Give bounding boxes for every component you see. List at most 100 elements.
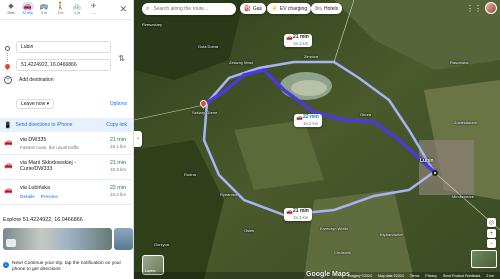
map-place-label: Rynarcice xyxy=(220,192,238,197)
google-maps-logo: Google Maps xyxy=(306,271,350,278)
terms-link[interactable]: Terms xyxy=(410,274,420,278)
callout-time: 22 min xyxy=(303,114,319,120)
callout-time: 21 min xyxy=(293,34,309,40)
search-along-route-input[interactable]: ⌕ Search along the route... xyxy=(142,3,236,15)
map-data-credit: Map data ©2024 xyxy=(377,273,404,278)
options-button[interactable]: Options xyxy=(110,101,127,107)
explore-thumbnails xyxy=(0,228,133,250)
preview-link[interactable]: Preview xyxy=(41,195,58,200)
hotels-chip[interactable]: 🛏 Hotels xyxy=(311,3,343,14)
car-icon: 🚗 xyxy=(4,139,13,146)
mode-transit[interactable]: 🚌 3 hr xyxy=(36,2,52,15)
route-dots-divider xyxy=(7,53,8,62)
callout-time: 21 min xyxy=(293,208,309,214)
callout-distance: 15.3 km xyxy=(293,214,309,220)
route-callout[interactable]: 🚗 21 min 15.3 km xyxy=(284,208,312,221)
add-destination-label: Add destination xyxy=(19,77,54,83)
best-route-icon: ◆ xyxy=(8,3,14,10)
mode-label: 1 hr xyxy=(73,11,81,15)
explore-heading: Explore 51.4224922, 16.0466866 xyxy=(3,217,83,223)
origin-input[interactable]: Lubin xyxy=(16,41,111,53)
map-place-label: Raszówka xyxy=(450,60,469,65)
add-destination-button[interactable]: + Add destination xyxy=(4,76,53,84)
ev-charging-chip[interactable]: ⚡ EV charging xyxy=(267,3,312,14)
mode-cycling[interactable]: 🚲 1 hr xyxy=(69,2,85,15)
route-time: 21 min xyxy=(109,137,126,143)
chip-label: EV charging xyxy=(279,5,308,12)
map-canvas[interactable]: › ⌕ Search along the route... ⛽ Gas ⚡ EV c… xyxy=(134,0,500,279)
route-time: 21 min xyxy=(109,160,126,166)
options-row: Leave now ▾ Options xyxy=(0,98,133,110)
search-placeholder: Search along the route... xyxy=(153,6,209,12)
info-icon: i xyxy=(3,262,9,268)
gas-chip[interactable]: ⛽ Gas xyxy=(240,3,267,14)
route-option[interactable]: 🚗 via Lubińska 22 min 15.2 km Details Pr… xyxy=(0,180,133,205)
route-option[interactable]: 🚗 via Marii Skłodowskiej - Curie/DW333 2… xyxy=(0,155,133,180)
route-name: via DW335 xyxy=(20,137,47,143)
details-link[interactable]: Details xyxy=(20,195,35,200)
zoom-in-button[interactable]: + xyxy=(487,229,496,238)
car-icon: 🚗 xyxy=(286,209,293,215)
globe-view-thumbnail[interactable] xyxy=(471,250,497,268)
destination-pin-icon xyxy=(3,62,12,71)
car-icon: 🚗 xyxy=(21,2,34,11)
origin-dot-icon xyxy=(5,46,10,51)
send-to-phone-button[interactable]: 📱 Send directions to iPhone xyxy=(4,122,72,129)
close-icon[interactable]: ✕ xyxy=(119,4,127,15)
map-place-label: Osiek xyxy=(244,228,255,233)
destination-input[interactable]: 51.4224922, 16.0466866 xyxy=(16,59,111,71)
send-directions-bar: 📱 Send directions to iPhone Copy link xyxy=(0,118,133,132)
satellite-imagery xyxy=(134,0,500,279)
search-icon: ⌕ xyxy=(146,5,150,12)
leave-now-dropdown[interactable]: Leave now ▾ xyxy=(16,99,55,109)
route-distance: 15.3 km xyxy=(109,167,126,172)
map-place-label: Kłębanowice xyxy=(380,232,403,237)
map-place-label: Lubin xyxy=(420,158,434,164)
hotel-icon: 🛏 xyxy=(315,5,322,12)
route-callout[interactable]: 🚗 21 min 18.1 km xyxy=(284,34,312,47)
explore-photo[interactable] xyxy=(3,228,113,250)
route-distance: 18.1 km xyxy=(109,144,126,149)
swap-icon[interactable]: ⇅ xyxy=(118,54,125,63)
zoom-out-button[interactable]: − xyxy=(487,239,496,248)
bus-icon: 🚌 xyxy=(39,3,49,10)
route-distance: 15.2 km xyxy=(109,192,126,197)
feedback-link[interactable]: Send Product Feedback xyxy=(443,274,481,278)
collapse-panel-button[interactable]: › xyxy=(134,131,142,147)
mode-walking[interactable]: 🚶 3 hr xyxy=(53,2,69,15)
scale-bar[interactable]: 2 km xyxy=(486,274,494,278)
phone-notification-banner: i New! Continue your trip, tap the notif… xyxy=(0,259,133,279)
explore-photo[interactable] xyxy=(114,228,133,250)
imagery-credit: Imagery ©2024 xyxy=(347,273,372,278)
mode-label: 3 hr xyxy=(57,11,64,15)
map-place-label: Żelazny Most xyxy=(229,60,253,65)
map-place-label: Gorzyca xyxy=(154,242,169,247)
avatar[interactable] xyxy=(485,2,497,14)
flight-icon: ✈ xyxy=(90,3,97,10)
map-place-label: Obora xyxy=(360,112,372,117)
car-icon: 🚗 xyxy=(4,162,13,169)
map-place-label: Gola Dolna xyxy=(198,44,219,49)
notice-text: New! Continue your trip, tap the notific… xyxy=(12,261,122,272)
map-place-label: Krzeczyn Wielki xyxy=(320,226,349,231)
send-to-phone-label: Send directions to iPhone xyxy=(15,122,73,128)
map-place-label: Rudna xyxy=(184,172,196,177)
origin-marker-icon[interactable] xyxy=(432,170,438,176)
route-option[interactable]: 🚗 via DW335 Fastest route, the usual tra… xyxy=(0,132,133,155)
privacy-link[interactable]: Privacy xyxy=(425,274,436,278)
mode-flight[interactable]: ✈ — xyxy=(86,2,102,15)
mode-label: 3 hr xyxy=(40,11,48,15)
my-location-icon[interactable]: ◎ xyxy=(487,218,496,227)
apps-grid-icon[interactable]: ⋮⋮ xyxy=(466,4,482,13)
mode-best[interactable]: ◆ Best xyxy=(3,2,19,15)
map-place-label: Zimnica xyxy=(304,54,319,59)
phone-icon: 📱 xyxy=(4,122,12,129)
mode-driving[interactable]: 🚗 22 min xyxy=(20,2,36,15)
route-time: 22 min xyxy=(109,185,126,191)
directions-panel: ◆ Best 🚗 22 min 🚌 3 hr 🚶 3 hr 🚲 1 hr ✈ — ✕ Lub… xyxy=(0,0,134,279)
callout-distance: 18.1 km xyxy=(293,40,309,46)
route-callout-selected[interactable]: 🚗 22 min 15.2 km xyxy=(294,114,322,127)
map-place-label: Rzeszotary xyxy=(142,22,163,27)
car-icon: 🚗 xyxy=(286,35,293,41)
copy-link-button[interactable]: Copy link xyxy=(106,122,127,128)
